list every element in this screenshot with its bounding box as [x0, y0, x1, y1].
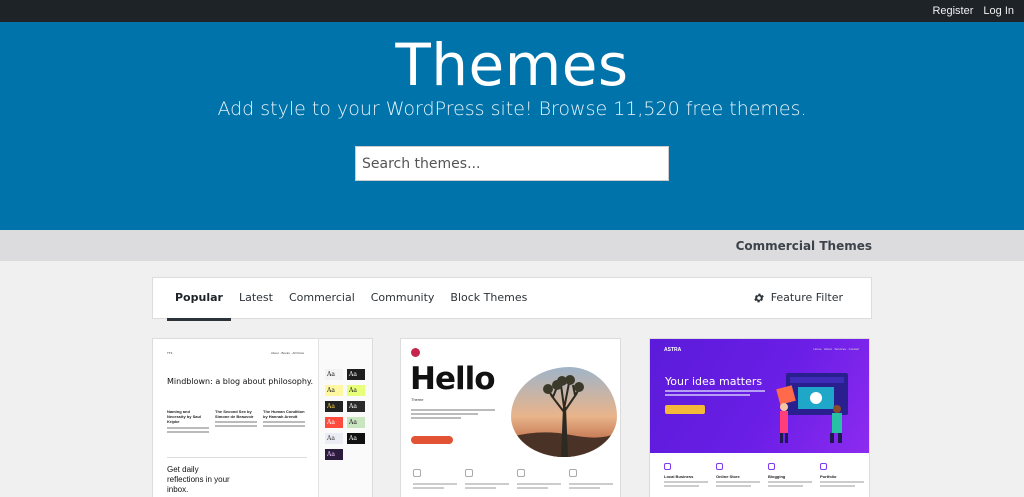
- theme-card-astra[interactable]: ASTRA Home · About · Services · Contact …: [649, 338, 870, 497]
- login-link[interactable]: Log In: [983, 5, 1014, 17]
- diamond-icon: [465, 469, 473, 477]
- card-preview-column: Naming and Necessity by Saul Kripke: [167, 409, 209, 433]
- card-preview-text: [411, 409, 495, 421]
- cart-icon: [716, 463, 723, 470]
- swatch: Aa: [325, 449, 343, 460]
- card-preview-menu: About · Books · All Posts: [271, 351, 305, 355]
- themes-hero: Themes Add style to your WordPress site!…: [0, 22, 1024, 230]
- swatch: Aa: [325, 433, 343, 444]
- briefcase-icon: [820, 463, 827, 470]
- register-link[interactable]: Register: [932, 5, 973, 17]
- swatch: Aa: [347, 369, 365, 380]
- swatch: Aa: [325, 369, 343, 380]
- card-preview-cta: Get daily reflections in your inbox.: [167, 465, 230, 494]
- layout-icon: [413, 469, 421, 477]
- rocket-icon: [517, 469, 525, 477]
- commercial-strip: Commercial Themes: [0, 230, 1024, 261]
- swatch: Aa: [347, 417, 365, 428]
- tab-community[interactable]: Community: [363, 278, 443, 320]
- card-preview-text: [665, 390, 765, 398]
- commercial-themes-link[interactable]: Commercial Themes: [736, 239, 872, 253]
- card-preview-headline: Mindblown: a blog about philosophy.: [167, 377, 314, 386]
- admin-bar: Register Log In: [0, 0, 1024, 22]
- filter-bar: Popular Latest Commercial Community Bloc…: [152, 277, 872, 321]
- hello-logo-icon: [411, 348, 420, 357]
- tab-commercial[interactable]: Commercial: [281, 278, 363, 320]
- theme-card-hello[interactable]: Hello Theme: [400, 338, 621, 497]
- tab-block-themes[interactable]: Block Themes: [442, 278, 535, 320]
- swatch: Aa: [347, 385, 365, 396]
- card-preview-headline: Your idea matters: [665, 375, 763, 388]
- page-title: Themes: [395, 31, 629, 99]
- tab-popular[interactable]: Popular: [167, 278, 231, 321]
- feature-filter-button[interactable]: Feature Filter: [753, 291, 843, 304]
- filter-tabs: Popular Latest Commercial Community Bloc…: [167, 278, 535, 321]
- astra-brand: ASTRA: [664, 347, 682, 353]
- tab-latest[interactable]: Latest: [231, 278, 281, 320]
- card-preview-features: Local Business Online Store Blogging Por…: [664, 463, 864, 487]
- swatch: Aa: [347, 401, 365, 412]
- swatch: Aa: [325, 401, 343, 412]
- card-preview-button: [665, 405, 705, 414]
- admin-bar-links: Register Log In: [932, 0, 1024, 22]
- swatch: Aa: [325, 385, 343, 396]
- pen-icon: [768, 463, 775, 470]
- search-box: [355, 146, 669, 181]
- swatch: Aa: [325, 417, 343, 428]
- illustration: [776, 373, 848, 443]
- gear-icon: [753, 293, 764, 302]
- card-preview-menu: Home · About · Services · Contact: [813, 347, 859, 351]
- feature-filter-label: Feature Filter: [770, 291, 843, 304]
- swatch: Aa: [347, 433, 365, 444]
- card-preview-features: [413, 469, 613, 491]
- store-icon: [664, 463, 671, 470]
- gear-icon: [569, 469, 577, 477]
- card-preview-subtitle: Theme: [411, 397, 424, 402]
- page-subtitle: Add style to your WordPress site! Browse…: [217, 98, 807, 120]
- theme-card-twentytwentythree[interactable]: TT3 About · Books · All Posts Mindblown:…: [152, 338, 373, 497]
- divider: [167, 457, 307, 458]
- astra-hero-banner: ASTRA Home · About · Services · Contact …: [650, 339, 869, 453]
- card-preview-nav: TT3: [167, 351, 173, 355]
- card-preview-headline: Hello: [410, 361, 496, 397]
- card-preview-button: [411, 436, 453, 444]
- cactus-photo: [511, 367, 617, 457]
- card-preview-column: The Second Sex by Simone de Beauvoir: [215, 409, 257, 428]
- search-input[interactable]: [356, 147, 668, 180]
- card-preview-column: The Human Condition by Hannah Arendt: [263, 409, 305, 428]
- cactus-illustration: [511, 367, 617, 457]
- style-variations-panel: Aa Aa Aa Aa Aa Aa Aa Aa Aa Aa Aa: [318, 339, 372, 497]
